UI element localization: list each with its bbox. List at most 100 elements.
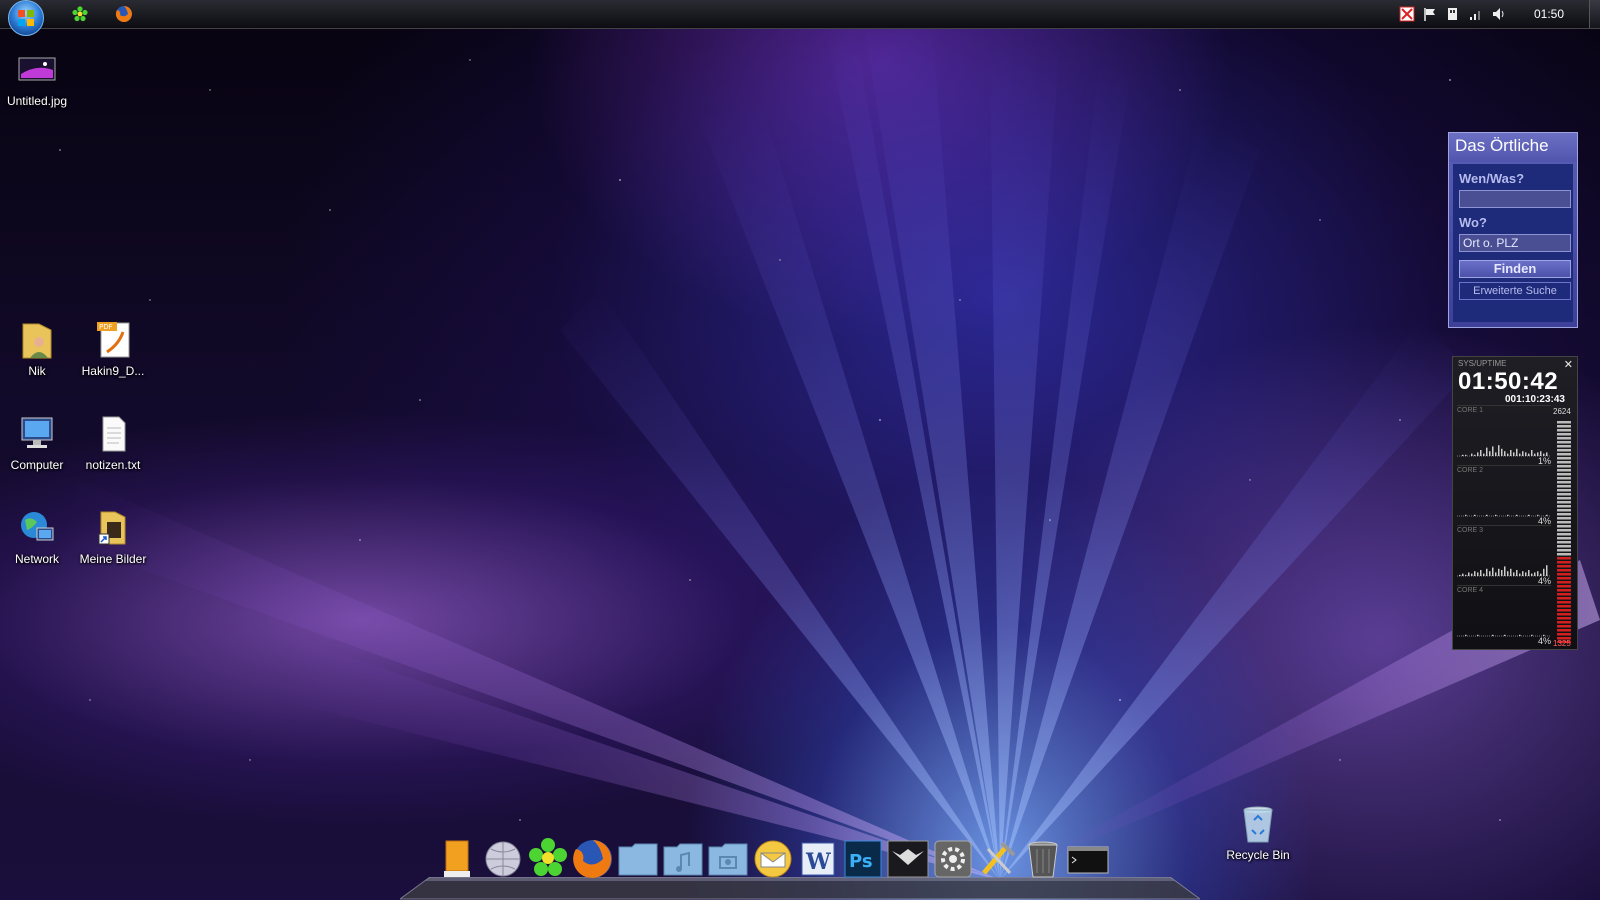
- meter-segment: [1557, 609, 1571, 612]
- dock-item-eagle-app[interactable]: [886, 835, 930, 883]
- core-sample-bar: [1525, 572, 1527, 576]
- core-sample-bar: [1501, 448, 1503, 456]
- svg-text:W: W: [805, 849, 831, 875]
- core-sample-bar: [1462, 454, 1464, 456]
- network-globe-icon: [485, 841, 521, 877]
- meter-segment: [1557, 549, 1571, 552]
- recycle-bin[interactable]: Recycle Bin: [1218, 804, 1298, 862]
- system-preferences-icon: [934, 840, 972, 878]
- desktop-icon-nik[interactable]: Nik: [0, 320, 74, 378]
- core-sample-bar: [1492, 567, 1494, 576]
- start-button[interactable]: [8, 0, 44, 36]
- meter-segment: [1557, 569, 1571, 572]
- desktop-icon-hakin9[interactable]: PDF Hakin9_D...: [76, 320, 150, 378]
- taskbar-clock[interactable]: 01:50: [1534, 7, 1564, 21]
- desktop-icon-computer[interactable]: Computer: [0, 414, 74, 472]
- sys-time: 01:50:42: [1458, 368, 1559, 395]
- meter-segment: [1557, 617, 1571, 620]
- core-sample-bar: [1534, 453, 1536, 456]
- sys-uptime-gadget: SYS/UPTIME ✕ 01:50:42 001:10:23:43 2624 …: [1452, 356, 1578, 650]
- dock-item-photoshop[interactable]: Ps: [841, 835, 885, 883]
- dock-item-firefox[interactable]: [571, 835, 615, 883]
- dock: W Ps: [400, 835, 1200, 900]
- desktop-icon-untitled-jpg[interactable]: Untitled.jpg: [0, 50, 74, 108]
- meter-segment: [1557, 513, 1571, 516]
- sys-uptime: 001:10:23:43: [1504, 394, 1565, 405]
- core-sample-bar: [1498, 445, 1500, 456]
- desktop-icon-network[interactable]: Network: [0, 508, 74, 566]
- gadget-title: Das Örtliche: [1449, 133, 1577, 162]
- dock-item-music-folder[interactable]: [661, 835, 705, 883]
- meter-segment: [1557, 501, 1571, 504]
- core-sample-bar: [1504, 634, 1506, 636]
- core-sample-bar: [1498, 568, 1500, 576]
- network-icon: [17, 508, 57, 548]
- desktop: 01:50 Untitled.jpg Nik PDF Hakin9_D... C…: [0, 0, 1600, 900]
- meter-segment: [1557, 613, 1571, 616]
- core-sample-bar: [1504, 451, 1506, 456]
- core-1-panel: CORE 1 1%: [1457, 405, 1551, 466]
- meter-segment: [1557, 605, 1571, 608]
- desktop-icon-meine-bilder[interactable]: Meine Bilder: [76, 508, 150, 566]
- usb-device-icon[interactable]: [1445, 6, 1461, 22]
- core-sample-bar: [1504, 566, 1506, 576]
- who-input[interactable]: [1459, 190, 1571, 208]
- meter-segment: [1557, 581, 1571, 584]
- action-center-flag-icon[interactable]: [1422, 6, 1438, 22]
- show-desktop-button[interactable]: [1589, 0, 1600, 28]
- security-alert-icon[interactable]: [1399, 6, 1415, 22]
- terminal-icon: [1067, 846, 1109, 874]
- close-icon[interactable]: ✕: [1564, 358, 1573, 371]
- dock-item-network-globe[interactable]: [481, 835, 525, 883]
- advanced-search-link[interactable]: Erweiterte Suche: [1459, 282, 1571, 300]
- meter-segment: [1557, 593, 1571, 596]
- core-sample-bar: [1519, 634, 1521, 636]
- dock-item-trash[interactable]: [1021, 835, 1065, 883]
- where-input[interactable]: Ort o. PLZ: [1459, 234, 1571, 252]
- computer-icon: [17, 414, 57, 454]
- firefox-icon[interactable]: [114, 4, 134, 24]
- image-file-icon: [17, 50, 57, 90]
- core-sample-bar: [1516, 448, 1518, 456]
- meter-segment: [1557, 525, 1571, 528]
- core-sample-bar: [1495, 572, 1497, 576]
- dock-item-folder[interactable]: [616, 835, 660, 883]
- meter-segment: [1557, 621, 1571, 624]
- dock-item-pictures-folder[interactable]: [706, 835, 750, 883]
- dock-item-mail[interactable]: [751, 835, 795, 883]
- core-4-panel: CORE 4 4%: [1457, 585, 1551, 646]
- meter-segment: [1557, 461, 1571, 464]
- meter-segment: [1557, 573, 1571, 576]
- network-signal-icon[interactable]: [1468, 6, 1484, 22]
- dock-item-word[interactable]: W: [796, 835, 840, 883]
- core-sample-bar: [1486, 568, 1488, 576]
- meter-segment: [1557, 505, 1571, 508]
- desktop-icon-notizen[interactable]: notizen.txt: [76, 414, 150, 472]
- meter-segment: [1557, 517, 1571, 520]
- meter-segment: [1557, 589, 1571, 592]
- icq-icon[interactable]: [70, 4, 90, 24]
- core-sample-bar: [1465, 454, 1467, 456]
- dock-item-system-preferences[interactable]: [931, 835, 975, 883]
- volume-icon[interactable]: [1491, 6, 1507, 22]
- core-sample-bar: [1462, 573, 1464, 576]
- das-oertliche-gadget: Das Örtliche Wen/Was? Wo? Ort o. PLZ Fin…: [1448, 132, 1578, 328]
- pdf-file-icon: PDF: [93, 320, 133, 360]
- meter-segment: [1557, 585, 1571, 588]
- core-sample-bar: [1495, 514, 1497, 516]
- meter-segment: [1557, 441, 1571, 444]
- find-button[interactable]: Finden: [1459, 260, 1571, 278]
- core-sample-bar: [1543, 568, 1545, 576]
- meter-segment: [1557, 577, 1571, 580]
- core-sample-bar: [1468, 572, 1470, 576]
- dock-item-icq-flower[interactable]: [526, 835, 570, 883]
- meter-segment: [1557, 485, 1571, 488]
- core-2-panel: CORE 2 4%: [1457, 465, 1551, 526]
- dock-item-hard-drive[interactable]: [436, 835, 480, 883]
- dock-item-terminal[interactable]: [1066, 835, 1110, 883]
- meter-segment: [1557, 565, 1571, 568]
- dock-item-utilities[interactable]: [976, 835, 1020, 883]
- core-sample-bar: [1471, 453, 1473, 456]
- meter-segment: [1557, 421, 1571, 424]
- meter-segment: [1557, 445, 1571, 448]
